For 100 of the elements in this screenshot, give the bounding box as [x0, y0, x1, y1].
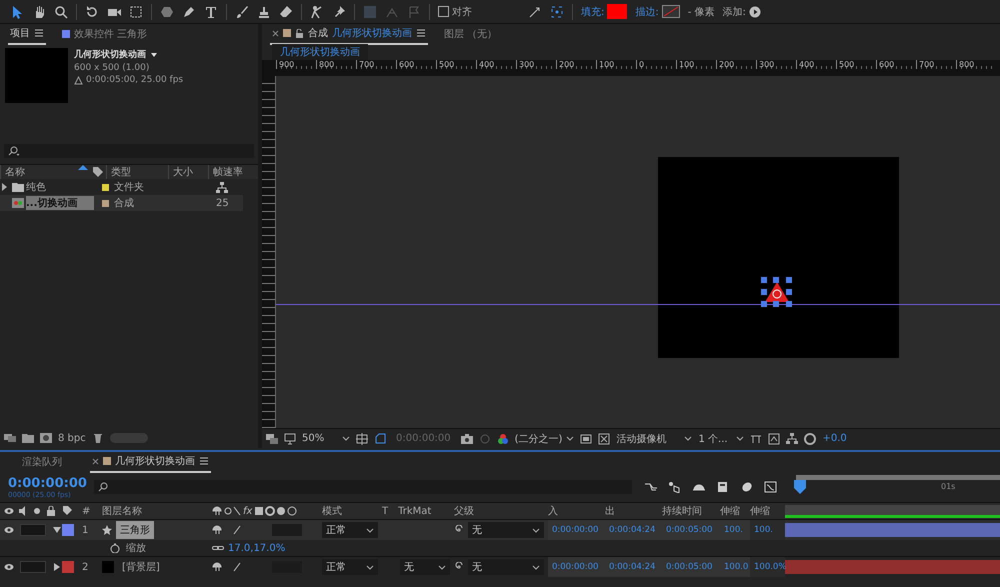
expand-triangle-icon[interactable]: [0, 182, 8, 192]
snap-target-icon[interactable]: [550, 4, 564, 18]
label-tag-icon[interactable]: [62, 505, 74, 517]
layer-switches[interactable]: [212, 561, 304, 573]
bit-depth-button[interactable]: 8 bpc: [58, 432, 86, 444]
stopwatch-icon[interactable]: [110, 543, 120, 553]
play-circle-icon[interactable]: [748, 6, 761, 18]
current-time[interactable]: 0:00:00:00: [8, 476, 90, 490]
panel-menu-icon[interactable]: [199, 456, 209, 466]
panel-menu-icon[interactable]: [416, 28, 426, 38]
column-header[interactable]: T: [382, 506, 388, 516]
parent-dropdown[interactable]: 无: [468, 522, 544, 538]
column-header[interactable]: 出: [605, 504, 662, 518]
column-header[interactable]: #: [82, 506, 102, 516]
close-icon[interactable]: [92, 458, 99, 464]
panel-tab[interactable]: 项目: [8, 23, 46, 45]
out-time[interactable]: 0:00:04:24: [605, 557, 662, 577]
camera-icon[interactable]: [460, 432, 473, 444]
mode-dropdown[interactable]: 正常: [322, 559, 378, 575]
eraser-icon[interactable]: [279, 4, 293, 18]
folder-icon[interactable]: [22, 432, 34, 444]
out-time[interactable]: 0:00:04:24: [605, 520, 662, 540]
layer-search-field[interactable]: [94, 480, 632, 494]
close-icon[interactable]: [272, 30, 279, 36]
views-dropdown[interactable]: 1 个...: [698, 432, 744, 446]
transparency-grid-icon[interactable]: [598, 432, 610, 444]
polygon-icon[interactable]: [160, 4, 174, 18]
camera-dropdown[interactable]: 活动摄像机: [616, 432, 692, 446]
rotate-icon[interactable]: [85, 4, 99, 18]
fx-switch-label[interactable]: fx: [243, 506, 252, 516]
layer-switch-boxes[interactable]: [20, 561, 46, 573]
timeline-tab[interactable]: 渲染队列: [20, 452, 64, 472]
exposure-value[interactable]: +0.0: [822, 433, 847, 444]
expand-triangle-icon[interactable]: [52, 562, 62, 572]
stretch-value[interactable]: 100.: [720, 520, 750, 540]
selection-arrow-icon[interactable]: [10, 4, 24, 18]
column-header[interactable]: 图层名称: [102, 504, 212, 518]
stretch-value[interactable]: 100.: [750, 520, 785, 540]
lock-icon[interactable]: [295, 28, 304, 38]
column-header[interactable]: 伸缩: [750, 504, 785, 518]
pen-icon[interactable]: [182, 4, 196, 18]
dotted-square-icon[interactable]: [129, 4, 143, 18]
stroke-swatch[interactable]: [662, 5, 680, 18]
eye-icon[interactable]: [4, 525, 14, 535]
column-header[interactable]: 父级: [454, 504, 548, 518]
switch-icons-right[interactable]: [254, 505, 298, 517]
panel-tab[interactable]: 效果控件 三角形: [60, 24, 150, 44]
roto-brush-icon[interactable]: [310, 4, 324, 18]
text-tool-icon[interactable]: [204, 4, 218, 18]
search-field[interactable]: [4, 144, 254, 158]
collapse-triangle-icon[interactable]: [52, 525, 62, 535]
layer-switch-boxes[interactable]: [20, 524, 46, 536]
mode-dropdown[interactable]: 正常: [322, 522, 378, 538]
timeline-tab[interactable]: 几何形状切换动画: [90, 451, 211, 473]
viewer-tab[interactable]: 图层 （无）: [442, 24, 500, 44]
switch-icons-left[interactable]: [212, 505, 241, 517]
stamp-icon[interactable]: [257, 4, 271, 18]
color-channels-icon[interactable]: [496, 432, 509, 444]
playhead-icon[interactable]: [794, 480, 806, 496]
layer-switches[interactable]: [212, 524, 304, 536]
column-header[interactable]: 大小: [168, 165, 208, 179]
stretch-value[interactable]: 100.0%: [750, 557, 785, 577]
layer-name[interactable]: 三角形: [116, 521, 154, 539]
eye-icon[interactable]: [4, 506, 14, 516]
layer-label-swatch[interactable]: [62, 561, 74, 573]
solo-dot-icon[interactable]: [32, 506, 42, 516]
search-icon[interactable]: [98, 482, 110, 492]
column-header[interactable]: 伸缩: [720, 504, 750, 518]
duration-time[interactable]: 0:00:05:00: [662, 520, 720, 540]
resolution-dropdown[interactable]: (二分之一): [514, 432, 574, 446]
column-header[interactable]: 模式: [322, 504, 382, 518]
parent-dropdown[interactable]: 无: [468, 559, 544, 575]
trash-icon[interactable]: [92, 432, 104, 444]
stretch-value[interactable]: 100.0: [720, 557, 750, 577]
region-of-interest-icon[interactable]: [580, 432, 592, 444]
eye-icon[interactable]: [4, 562, 14, 572]
graph-editor-icon[interactable]: [764, 481, 778, 493]
column-header[interactable]: 类型: [106, 165, 168, 179]
speaker-icon[interactable]: [18, 506, 28, 516]
property-value[interactable]: 17.0,17.0%: [228, 542, 286, 554]
fill-swatch[interactable]: [607, 4, 628, 19]
trkmat-dropdown[interactable]: 无: [400, 559, 450, 575]
column-header[interactable]: 名称: [0, 165, 92, 179]
flowchart-icon[interactable]: [786, 432, 798, 444]
project-item-name[interactable]: 纯色: [26, 180, 94, 194]
comp-breadcrumb[interactable]: 几何形状切换动画: [272, 44, 368, 60]
hierarchy-icon[interactable]: [216, 182, 228, 192]
monitor-icon[interactable]: [284, 432, 296, 444]
dropdown-caret-icon[interactable]: [150, 50, 158, 58]
column-header[interactable]: TrkMat: [398, 506, 432, 516]
duration-time[interactable]: 0:00:05:00: [662, 557, 720, 577]
snap-pointer-icon[interactable]: [528, 4, 542, 18]
search-icon[interactable]: [8, 146, 20, 156]
search-icon[interactable]: [54, 4, 68, 18]
column-header[interactable]: 入: [548, 504, 605, 518]
layer-label-swatch[interactable]: [62, 524, 74, 536]
layer-name[interactable]: [背景层]: [118, 558, 164, 576]
column-header[interactable]: 持续时间: [662, 504, 720, 518]
zoom-dropdown[interactable]: 50%: [302, 433, 350, 444]
panel-menu-icon[interactable]: [34, 28, 44, 38]
